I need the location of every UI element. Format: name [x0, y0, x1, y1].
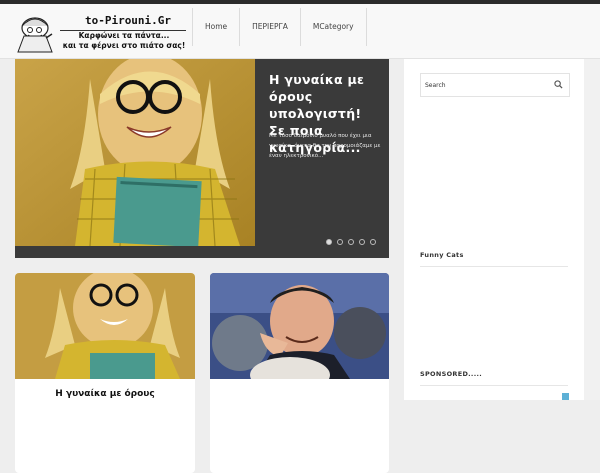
slider-dot-1[interactable]: [326, 239, 332, 245]
post-title[interactable]: Η γυναίκα με όρους: [15, 389, 195, 399]
search-box: [420, 73, 570, 97]
nav-item-mcategory[interactable]: MCategory: [299, 8, 367, 46]
logo-cartoon-icon: [17, 17, 53, 53]
slider-dot-3[interactable]: [348, 239, 354, 245]
site-header: to-Pirouni.Gr Καρφώνει τα πάντα... και τ…: [0, 4, 600, 59]
post-card[interactable]: [210, 273, 389, 473]
slide-excerpt: Με τόσο δαιμόνιο μυαλό που έχει μια γυνα…: [269, 133, 381, 159]
search-input[interactable]: [425, 74, 545, 96]
tagline-line-2: και τα φέρνει στο πιάτο σας!: [62, 41, 186, 50]
post-thumbnail[interactable]: [210, 273, 389, 379]
main-nav: Home ΠΕΡΙΕΡΓΑ MCategory: [192, 8, 367, 46]
site-tagline: Καρφώνει τα πάντα... και τα φέρνει στο π…: [58, 31, 190, 51]
ad-choices-icon[interactable]: [562, 393, 569, 400]
sidebar: Funny Cats SPONSORED.....: [404, 59, 584, 400]
page-scrollbar[interactable]: [584, 59, 600, 400]
site-logo[interactable]: to-Pirouni.Gr Καρφώνει τα πάντα... και τ…: [14, 14, 186, 56]
search-icon[interactable]: [554, 80, 563, 89]
widget-title-funny-cats: Funny Cats: [420, 251, 464, 259]
widget-divider: [420, 385, 568, 386]
featured-slider[interactable]: Η γυναίκα με όρους υπολογιστή! Σε ποια κ…: [15, 59, 389, 258]
tagline-line-1: Καρφώνει τα πάντα...: [78, 31, 170, 40]
post-card[interactable]: Η γυναίκα με όρους: [15, 273, 195, 473]
widget-divider: [420, 266, 568, 267]
widget-title-sponsored: SPONSORED.....: [420, 370, 483, 378]
nav-item-home[interactable]: Home: [192, 8, 239, 46]
slider-dot-4[interactable]: [359, 239, 365, 245]
nav-item-periergia[interactable]: ΠΕΡΙΕΡΓΑ: [239, 8, 300, 46]
site-name: to-Pirouni.Gr: [84, 14, 172, 27]
slider-dot-2[interactable]: [337, 239, 343, 245]
slider-pagination: [326, 239, 376, 245]
post-thumbnail[interactable]: [15, 273, 195, 379]
slide-image[interactable]: [15, 59, 255, 246]
slider-dot-5[interactable]: [370, 239, 376, 245]
